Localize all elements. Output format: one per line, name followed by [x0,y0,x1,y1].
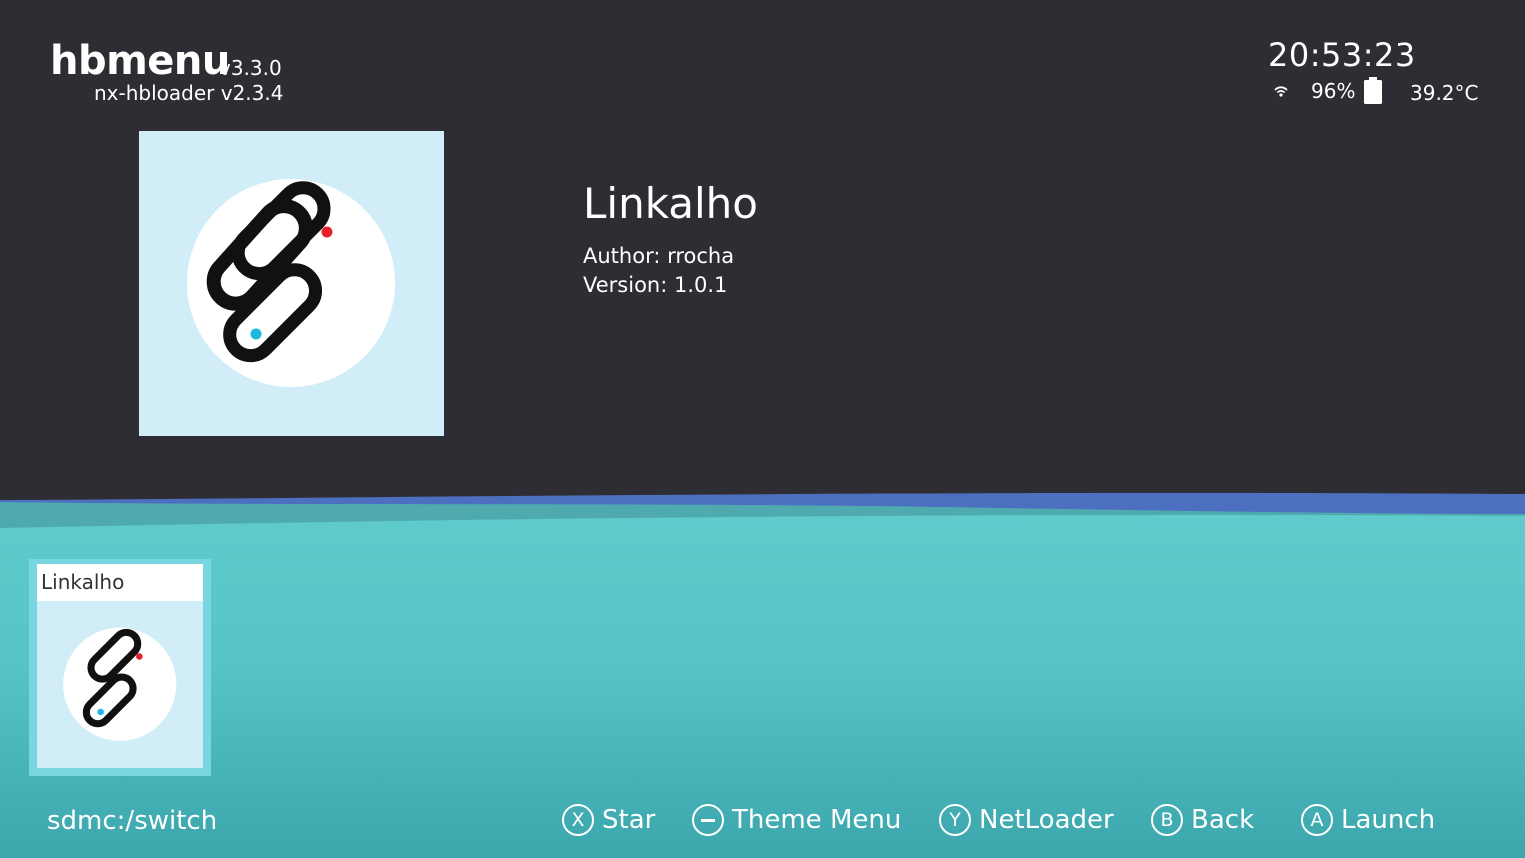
minus-button-icon [692,804,724,836]
star-hint-button[interactable]: X Star [562,799,655,841]
loader-version: nx-hbloader v2.3.4 [94,81,284,105]
star-hint-label: Star [602,805,656,835]
tile-icon [37,601,203,768]
app-title: hbmenu [50,38,230,84]
selected-app-author: Author: rrocha [583,244,735,268]
launch-hint-button[interactable]: A Launch [1301,799,1435,841]
back-hint-button[interactable]: B Back [1151,799,1254,841]
chain-link-icon [63,627,177,741]
netloader-hint-button[interactable]: Y NetLoader [939,799,1114,841]
y-button-icon: Y [939,804,971,836]
wifi-icon [1273,83,1289,99]
battery-percent: 96% [1311,79,1356,103]
app-list-tile[interactable]: Linkalho [29,559,211,776]
launch-hint-label: Launch [1341,805,1436,835]
current-path: sdmc:/switch [47,806,218,836]
b-button-icon: B [1151,804,1183,836]
temperature: 39.2°C [1410,81,1479,105]
app-version: v3.3.0 [219,56,282,80]
battery-icon [1363,77,1383,105]
selected-app-version: Version: 1.0.1 [583,273,728,297]
a-button-icon: A [1301,804,1333,836]
selected-app-name: Linkalho [583,179,758,228]
back-hint-label: Back [1191,805,1255,835]
netloader-hint-label: NetLoader [979,805,1114,835]
tile-title: Linkalho [37,564,203,601]
theme-menu-hint-label: Theme Menu [732,805,902,835]
x-button-icon: X [562,804,594,836]
chain-link-icon [187,179,395,387]
theme-menu-hint-button[interactable]: Theme Menu [692,799,901,841]
hbmenu-screen: hbmenu v3.3.0 nx-hbloader v2.3.4 20:53:2… [0,0,1525,858]
selected-app-icon [139,131,444,436]
clock: 20:53:23 [1268,36,1416,74]
